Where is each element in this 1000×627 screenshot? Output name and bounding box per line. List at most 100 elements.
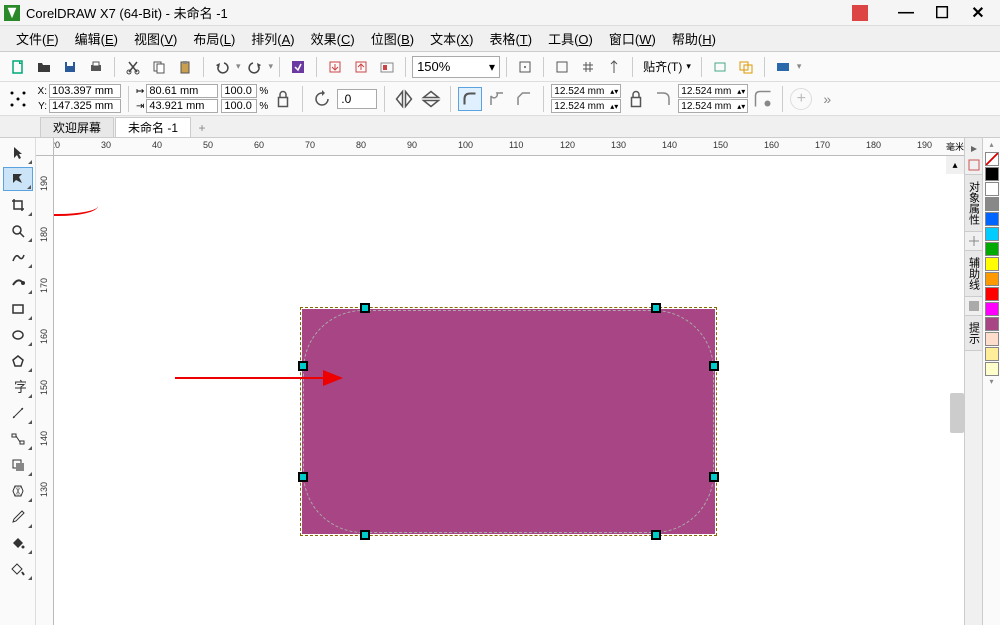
height-input[interactable] bbox=[146, 99, 218, 113]
color-swatch[interactable] bbox=[985, 197, 999, 211]
chevron-down-icon[interactable]: ▾ bbox=[489, 60, 495, 74]
cut-button[interactable] bbox=[121, 55, 145, 79]
color-swatch[interactable] bbox=[985, 362, 999, 376]
save-button[interactable] bbox=[58, 55, 82, 79]
vertical-scrollbar-thumb[interactable] bbox=[950, 393, 964, 433]
search-button[interactable] bbox=[286, 55, 310, 79]
mirror-v-button[interactable] bbox=[419, 87, 443, 111]
shape-tool[interactable] bbox=[3, 167, 33, 191]
tab-add-button[interactable]: + bbox=[192, 119, 212, 137]
menu-tools[interactable]: 工具(O) bbox=[540, 26, 601, 51]
color-swatch[interactable] bbox=[985, 302, 999, 316]
user-avatar-icon[interactable] bbox=[852, 5, 868, 21]
node-handle[interactable] bbox=[709, 472, 719, 482]
zoom-tool[interactable] bbox=[3, 219, 33, 243]
menu-edit[interactable]: 编辑(E) bbox=[67, 26, 126, 51]
width-input[interactable] bbox=[146, 84, 218, 98]
menu-help[interactable]: 帮助(H) bbox=[664, 26, 724, 51]
tab-document[interactable]: 未命名 -1 bbox=[115, 117, 191, 137]
eyedropper-tool[interactable] bbox=[3, 505, 33, 529]
expand-docker-icon[interactable] bbox=[967, 142, 981, 156]
menu-text[interactable]: 文本(X) bbox=[422, 26, 481, 51]
menu-bitmap[interactable]: 位图(B) bbox=[363, 26, 422, 51]
menu-view[interactable]: 视图(V) bbox=[126, 26, 185, 51]
overflow-button[interactable]: » bbox=[815, 87, 839, 111]
connector-tool[interactable] bbox=[3, 427, 33, 451]
close-button[interactable]: ✕ bbox=[960, 1, 996, 25]
relative-corner-button[interactable] bbox=[751, 87, 775, 111]
corner-lock-button[interactable] bbox=[624, 87, 648, 111]
launch-button[interactable] bbox=[734, 55, 758, 79]
x-position-input[interactable] bbox=[49, 84, 121, 98]
paste-button[interactable] bbox=[173, 55, 197, 79]
color-swatch[interactable] bbox=[985, 287, 999, 301]
color-swatch[interactable] bbox=[985, 257, 999, 271]
crop-tool[interactable] bbox=[3, 193, 33, 217]
snap-guide-button[interactable] bbox=[550, 55, 574, 79]
text-tool[interactable]: 字 bbox=[3, 375, 33, 399]
node-handle[interactable] bbox=[709, 361, 719, 371]
export-button[interactable] bbox=[349, 55, 373, 79]
palette-up-icon[interactable]: ▴ bbox=[989, 140, 993, 152]
menu-table[interactable]: 表格(T) bbox=[481, 26, 540, 51]
horizontal-ruler[interactable]: 2030405060708090100110120130140150160170… bbox=[54, 138, 946, 156]
menu-effects[interactable]: 效果(C) bbox=[303, 26, 363, 51]
add-button[interactable]: + bbox=[790, 88, 812, 110]
corner-tl-input[interactable]: 12.524 mm▴▾ bbox=[551, 84, 621, 98]
docker-guide-icon[interactable] bbox=[967, 234, 981, 248]
docker-guidelines[interactable]: 辅助线 bbox=[964, 250, 984, 297]
snap-dropdown[interactable]: 贴齐(T) ▾ bbox=[639, 58, 695, 75]
lock-ratio-button[interactable] bbox=[271, 87, 295, 111]
import-button[interactable] bbox=[323, 55, 347, 79]
open-button[interactable] bbox=[32, 55, 56, 79]
scroll-up-button[interactable]: ▴ bbox=[946, 156, 964, 174]
undo-button[interactable] bbox=[210, 55, 234, 79]
color-swatch[interactable] bbox=[985, 167, 999, 181]
options-button[interactable] bbox=[708, 55, 732, 79]
color-swatch[interactable] bbox=[985, 182, 999, 196]
freehand-tool[interactable] bbox=[3, 245, 33, 269]
fullscreen-button[interactable] bbox=[513, 55, 537, 79]
corner-scallop-button[interactable] bbox=[485, 87, 509, 111]
drawing-canvas[interactable] bbox=[54, 156, 946, 625]
y-position-input[interactable] bbox=[49, 99, 121, 113]
pick-tool[interactable] bbox=[3, 141, 33, 165]
color-swatch[interactable] bbox=[985, 152, 999, 166]
color-swatch[interactable] bbox=[985, 332, 999, 346]
selected-rectangle[interactable] bbox=[302, 309, 715, 534]
smart-fill-tool[interactable] bbox=[3, 557, 33, 581]
angle-input[interactable] bbox=[337, 89, 377, 109]
copy-button[interactable] bbox=[147, 55, 171, 79]
scale-y-input[interactable] bbox=[221, 99, 257, 113]
parallel-dim-tool[interactable] bbox=[3, 401, 33, 425]
print-button[interactable] bbox=[84, 55, 108, 79]
node-handle[interactable] bbox=[298, 472, 308, 482]
mirror-h-button[interactable] bbox=[392, 87, 416, 111]
node-handle[interactable] bbox=[651, 530, 661, 540]
polygon-tool[interactable] bbox=[3, 349, 33, 373]
corner-tr-input[interactable]: 12.524 mm▴▾ bbox=[678, 84, 748, 98]
snap-object-button[interactable] bbox=[602, 55, 626, 79]
ellipse-tool[interactable] bbox=[3, 323, 33, 347]
docker-icon[interactable] bbox=[967, 158, 981, 172]
docker-object-properties[interactable]: 对象属性 bbox=[964, 174, 984, 232]
publish-button[interactable] bbox=[375, 55, 399, 79]
corner-br-input[interactable]: 12.524 mm▴▾ bbox=[678, 99, 748, 113]
color-swatch[interactable] bbox=[985, 317, 999, 331]
tab-welcome[interactable]: 欢迎屏幕 bbox=[40, 117, 114, 137]
fill-tool[interactable] bbox=[3, 531, 33, 555]
scale-x-input[interactable] bbox=[221, 84, 257, 98]
node-handle[interactable] bbox=[360, 530, 370, 540]
node-handle[interactable] bbox=[651, 303, 661, 313]
zoom-combo[interactable]: ▾ bbox=[412, 56, 500, 78]
menu-window[interactable]: 窗口(W) bbox=[601, 26, 664, 51]
drop-shadow-tool[interactable] bbox=[3, 453, 33, 477]
color-swatch[interactable] bbox=[985, 242, 999, 256]
zoom-input[interactable] bbox=[417, 59, 477, 74]
docker-hints[interactable]: 提示 bbox=[964, 315, 984, 351]
corner-round-button[interactable] bbox=[458, 87, 482, 111]
rectangle-tool[interactable] bbox=[3, 297, 33, 321]
color-swatch[interactable] bbox=[985, 272, 999, 286]
color-swatch[interactable] bbox=[985, 212, 999, 226]
new-button[interactable] bbox=[6, 55, 30, 79]
